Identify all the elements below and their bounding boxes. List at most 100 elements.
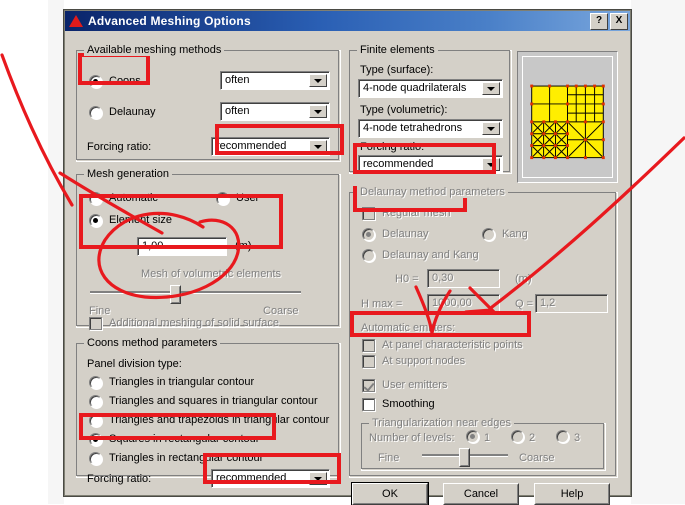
backdrop-band-right xyxy=(631,0,653,504)
q-value: 1,2 xyxy=(540,297,556,309)
checkbox-at-panel-characteristic-points[interactable] xyxy=(362,339,375,352)
label-coarse-triangularization: Coarse xyxy=(519,452,555,464)
hmax-value: 1000,00 xyxy=(432,297,472,309)
radio-squares-rectangular[interactable] xyxy=(89,433,102,446)
h0-input[interactable]: 0,30 xyxy=(427,269,500,288)
checkbox-smoothing[interactable] xyxy=(362,398,375,411)
radio-delaunay-param[interactable] xyxy=(362,228,375,241)
group-legend-coons-method-parameters: Coons method parameters xyxy=(84,337,221,349)
checkbox-regular-mesh[interactable] xyxy=(362,207,375,220)
help-button[interactable]: Help xyxy=(534,483,610,505)
combo-type-volumetric[interactable]: 4-node tetrahedrons xyxy=(358,119,503,138)
radio-delaunay-and-kang[interactable] xyxy=(362,249,375,262)
combo-forcing-ratio-methods-value: recommended xyxy=(216,140,287,152)
element-size-value: 1,00 xyxy=(142,240,164,252)
mesh-preview-svg xyxy=(523,57,612,177)
label-q: Q = xyxy=(515,298,534,310)
radio-delaunay[interactable] xyxy=(89,106,102,119)
chevron-down-icon[interactable] xyxy=(309,472,327,485)
label-automatic: Automatic xyxy=(109,192,158,204)
radio-element-size[interactable] xyxy=(89,214,102,227)
combo-delaunay-frequency[interactable]: often xyxy=(220,102,330,121)
combo-forcing-ratio-coons[interactable]: recommended xyxy=(211,469,330,488)
close-button[interactable]: X xyxy=(610,12,628,30)
volumetric-mesh-slider[interactable] xyxy=(90,285,301,304)
combo-coons-frequency[interactable]: often xyxy=(220,71,330,90)
chevron-down-icon[interactable] xyxy=(309,74,327,87)
label-option-4: Triangles in rectangular contour xyxy=(109,452,264,464)
label-fine-volumetric: Fine xyxy=(89,305,111,317)
label-delaunay: Delaunay xyxy=(109,106,156,118)
triangularization-slider[interactable] xyxy=(422,448,508,467)
ok-button-label: OK xyxy=(353,484,427,504)
radio-level-1[interactable] xyxy=(466,430,479,443)
dialog-client-area: Available meshing methods Coons often De… xyxy=(65,31,630,505)
slider-thumb[interactable] xyxy=(459,448,470,467)
radio-triangles-squares-triangular[interactable] xyxy=(89,395,102,408)
label-option-0: Triangles in triangular contour xyxy=(109,376,255,388)
checkbox-at-support-nodes[interactable] xyxy=(362,355,375,368)
label-automatic-emitters: Automatic emitters: xyxy=(361,322,456,334)
group-legend-finite-elements: Finite elements xyxy=(357,44,438,56)
label-type-surface: Type (surface): xyxy=(360,64,434,76)
h0-value: 0,30 xyxy=(432,272,454,284)
label-forcing-ratio-methods: Forcing ratio: xyxy=(87,141,152,153)
combo-forcing-ratio-methods[interactable]: recommended xyxy=(211,137,330,156)
combo-type-volumetric-value: 4-node tetrahedrons xyxy=(363,122,463,134)
cancel-button[interactable]: Cancel xyxy=(443,483,519,505)
help-button-label: Help xyxy=(535,484,609,504)
chevron-down-icon[interactable] xyxy=(482,122,500,135)
q-input[interactable]: 1,2 xyxy=(535,294,608,313)
slider-thumb[interactable] xyxy=(170,285,181,304)
chevron-down-icon[interactable] xyxy=(309,105,327,118)
slider-track xyxy=(90,291,301,294)
label-hmax: H max = xyxy=(361,298,403,310)
radio-kang[interactable] xyxy=(482,228,495,241)
label-coons: Coons xyxy=(109,75,141,87)
help-titlebar-button[interactable]: ? xyxy=(590,12,608,30)
label-level-1: 1 xyxy=(484,432,491,444)
label-fine-triangularization: Fine xyxy=(378,452,400,464)
label-panel-division-type: Panel division type: xyxy=(87,358,182,370)
combo-coons-frequency-value: often xyxy=(225,74,250,86)
label-level-3: 3 xyxy=(574,432,581,444)
hmax-input[interactable]: 1000,00 xyxy=(427,294,500,313)
label-smoothing: Smoothing xyxy=(382,398,435,410)
radio-automatic[interactable] xyxy=(89,192,102,205)
label-level-2: 2 xyxy=(529,432,536,444)
label-kang: Kang xyxy=(502,228,528,240)
label-option-1: Triangles and squares in triangular cont… xyxy=(109,395,318,407)
combo-forcing-ratio-finite[interactable]: recommended xyxy=(358,155,503,174)
combo-forcing-ratio-finite-value: recommended xyxy=(363,158,434,170)
radio-triangles-triangular[interactable] xyxy=(89,376,102,389)
label-option-3: Squares in rectangular contour xyxy=(109,433,260,445)
chevron-down-icon[interactable] xyxy=(482,158,500,171)
label-user: User xyxy=(236,192,260,204)
radio-triangles-rectangular[interactable] xyxy=(89,452,102,465)
radio-triangles-trapezoids-triangular[interactable] xyxy=(89,414,102,427)
label-mesh-of-volumetric-elements: Mesh of volumetric elements xyxy=(141,268,281,280)
radio-level-2[interactable] xyxy=(511,430,524,443)
label-type-volumetric: Type (volumetric): xyxy=(360,104,448,116)
checkbox-user-emitters[interactable] xyxy=(362,379,375,392)
radio-coons[interactable] xyxy=(89,75,102,88)
combo-forcing-ratio-coons-value: recommended xyxy=(216,472,287,484)
label-regular-mesh: Regular mesh xyxy=(382,207,451,219)
title-bar[interactable]: Advanced Meshing Options ? X xyxy=(65,11,630,31)
label-element-size: Element size xyxy=(109,214,172,226)
checkbox-additional-meshing[interactable] xyxy=(89,317,102,330)
combo-type-surface[interactable]: 4-node quadrilaterals xyxy=(358,79,503,98)
element-size-input[interactable]: 1,00 xyxy=(137,237,227,256)
window-title: Advanced Meshing Options xyxy=(88,14,251,28)
chevron-down-icon[interactable] xyxy=(482,82,500,95)
label-option-2: Triangles and trapezoids in triangular c… xyxy=(109,414,330,426)
label-forcing-ratio-finite: Forcing ratio: xyxy=(360,141,425,153)
radio-user[interactable] xyxy=(216,192,229,205)
group-legend-triangularization: Triangularization near edges xyxy=(369,417,515,429)
label-number-of-levels: Number of levels: xyxy=(369,432,455,444)
radio-level-3[interactable] xyxy=(556,430,569,443)
chevron-down-icon[interactable] xyxy=(309,140,327,153)
label-additional-meshing: Additional meshing of solid surface xyxy=(109,317,279,329)
label-element-size-unit: (m) xyxy=(235,240,252,252)
ok-button[interactable]: OK xyxy=(352,483,428,505)
